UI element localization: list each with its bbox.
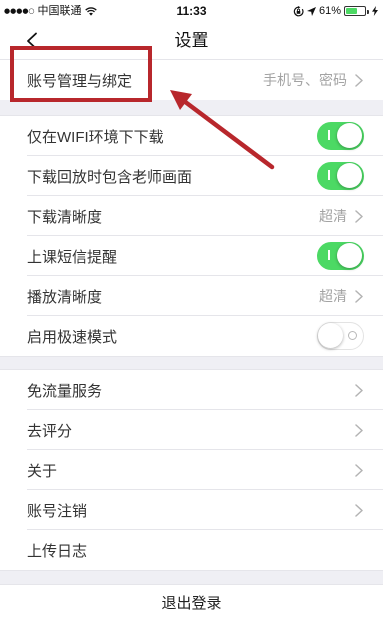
setting-label: 播放清晰度 <box>27 288 103 306</box>
setting-label: 下载回放时包含老师画面 <box>27 168 193 186</box>
charging-bolt-icon <box>372 6 378 16</box>
download-quality-value: 超清 <box>319 208 347 224</box>
setting-row-playback-quality[interactable]: 播放清晰度 超清 <box>0 276 383 316</box>
toggle-off-mark <box>348 330 357 340</box>
account-binding-label: 账号管理与绑定 <box>27 72 133 90</box>
free-data-service-row[interactable]: 免流量服务 <box>0 370 383 410</box>
row-label: 去评分 <box>27 422 73 440</box>
playback-quality-value: 超清 <box>319 288 347 304</box>
account-binding-value: 手机号、密码 <box>263 72 347 88</box>
chevron-right-icon <box>355 209 363 223</box>
setting-row-speed-mode: 启用极速模式 <box>0 316 383 356</box>
include-teacher-video-toggle[interactable] <box>317 162 364 190</box>
toggle-on-mark <box>328 130 330 140</box>
speed-mode-toggle[interactable] <box>317 322 364 350</box>
toggle-knob <box>337 123 362 148</box>
download-settings-section: 仅在WIFI环境下下载 下载回放时包含老师画面 下载清晰度 超清 上课短信提醒 <box>0 115 383 357</box>
wifi-icon <box>84 6 97 16</box>
chevron-right-icon <box>355 73 363 87</box>
rate-app-row[interactable]: 去评分 <box>0 410 383 450</box>
status-bar: 11:33 ●●●●○ 中国联通 61% <box>0 0 383 22</box>
orientation-lock-icon <box>293 5 304 17</box>
toggle-knob <box>337 243 362 268</box>
account-binding-row[interactable]: 账号管理与绑定 手机号、密码 <box>0 60 383 100</box>
toggle-knob <box>337 163 362 188</box>
chevron-right-icon <box>355 423 363 437</box>
toggle-on-mark <box>328 250 330 260</box>
chevron-left-icon <box>27 32 37 50</box>
setting-row-sms-reminder: 上课短信提醒 <box>0 236 383 276</box>
setting-label: 启用极速模式 <box>27 328 118 346</box>
status-right-group: 61% <box>293 0 378 22</box>
toggle-knob <box>318 323 343 348</box>
back-button[interactable] <box>24 31 40 51</box>
about-row[interactable]: 关于 <box>0 450 383 490</box>
account-deletion-row[interactable]: 账号注销 <box>0 490 383 530</box>
row-label: 免流量服务 <box>27 382 103 400</box>
row-label: 关于 <box>27 462 58 480</box>
carrier-name: 中国联通 <box>37 5 82 17</box>
upload-log-row[interactable]: 上传日志 <box>0 530 383 570</box>
signal-strength: ●●●●○ <box>4 7 35 15</box>
battery-level <box>346 8 357 14</box>
logout-button[interactable]: 退出登录 <box>0 585 383 620</box>
status-left-group: ●●●●○ 中国联通 <box>4 0 97 22</box>
page-title: 设置 <box>174 31 209 50</box>
chevron-right-icon <box>355 289 363 303</box>
settings-screen: 11:33 ●●●●○ 中国联通 61% 设置 账号管理与绑定 手机号、密码 仅… <box>0 0 383 620</box>
chevron-right-icon <box>355 383 363 397</box>
setting-row-include-teacher-video: 下载回放时包含老师画面 <box>0 156 383 196</box>
setting-row-download-quality[interactable]: 下载清晰度 超清 <box>0 196 383 236</box>
row-label: 账号注销 <box>27 502 88 520</box>
setting-label: 上课短信提醒 <box>27 248 118 266</box>
setting-row-wifi-only-download: 仅在WIFI环境下下载 <box>0 116 383 156</box>
sms-reminder-toggle[interactable] <box>317 242 364 270</box>
setting-label: 下载清晰度 <box>27 208 103 226</box>
setting-label: 仅在WIFI环境下下载 <box>27 128 164 146</box>
battery-percent: 61% <box>318 5 341 17</box>
battery-icon <box>344 6 369 16</box>
chevron-right-icon <box>355 463 363 477</box>
row-label: 上传日志 <box>27 542 88 560</box>
account-section: 账号管理与绑定 手机号、密码 <box>0 60 383 100</box>
wifi-only-download-toggle[interactable] <box>317 122 364 150</box>
services-section: 免流量服务 去评分 关于 账号注销 上传日志 <box>0 369 383 571</box>
nav-bar: 设置 <box>0 22 383 60</box>
location-arrow-icon <box>306 6 316 16</box>
chevron-right-icon <box>355 503 363 517</box>
logout-section: 退出登录 <box>0 584 383 620</box>
toggle-on-mark <box>328 170 330 180</box>
